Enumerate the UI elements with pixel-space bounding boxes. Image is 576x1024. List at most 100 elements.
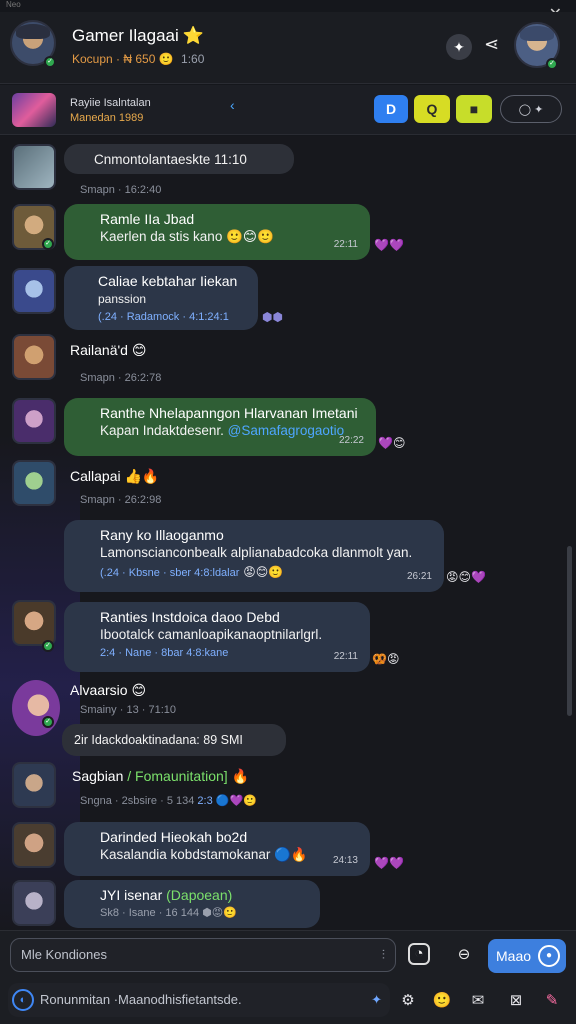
emoji-icon: 🔥 xyxy=(231,768,249,784)
online-status-icon: ✓ xyxy=(546,58,558,70)
avatar[interactable] xyxy=(12,822,56,868)
message-text: Kaerlen da stis kano xyxy=(100,229,223,244)
reactions[interactable]: 💜💜 xyxy=(374,856,404,870)
channel-bar: Rayiie Isalntalan Manedan 1989 ‹ D Q ■ ◯… xyxy=(0,85,576,135)
emoji-group: ⬢😡🙂 xyxy=(202,907,237,919)
sparkle-icon[interactable]: ✦ xyxy=(371,983,382,1017)
send-icon: ● xyxy=(538,945,560,967)
sender-tag: / Fomaunitation] xyxy=(127,768,228,784)
chat-title: Gamer Ilagaai xyxy=(72,26,179,45)
message-feed[interactable]: Cnmontolantaeskte 11:10 Smapn · 16:2:40 … xyxy=(0,136,576,930)
sender-name: Alvaarsio 😊 xyxy=(70,682,146,699)
gear-icon[interactable]: ⚙ xyxy=(396,989,420,1013)
sender-name-text: JYI isenar xyxy=(100,887,163,903)
chevron-left-icon[interactable]: ‹ xyxy=(230,97,235,113)
avatar[interactable] xyxy=(12,398,56,444)
avatar[interactable] xyxy=(12,144,56,190)
send-button[interactable]: Maao ● xyxy=(488,939,566,973)
emoji-icon: 👍🔥 xyxy=(124,468,160,484)
sender-tag: (Dapoean) xyxy=(166,887,233,903)
message-input-placeholder: Mle Kondiones xyxy=(21,947,107,962)
pin-button[interactable]: ✦ xyxy=(446,34,472,60)
secondary-input[interactable]: ◐ Ronunmitan ·Maanodhisfietantsde. ✦ xyxy=(8,983,390,1017)
emoji-icon: 😊 xyxy=(131,682,147,698)
avatar[interactable] xyxy=(12,600,56,646)
star-icon: ⭐ xyxy=(182,26,204,45)
message-time: 24:13 xyxy=(332,855,358,866)
search-icon[interactable]: ⊖ xyxy=(450,941,478,969)
mention-link[interactable]: @Samafagrogaotio xyxy=(228,423,345,438)
message-bubble[interactable]: Ramle IIa Jbad Kaerlen da stis kano 🙂😊🙂 … xyxy=(64,204,370,260)
sticker-icon[interactable]: ✉ xyxy=(466,989,490,1013)
subtitle-time: 1:60 xyxy=(181,52,205,66)
q-tool-button[interactable]: Q xyxy=(414,95,450,123)
d-tool-button[interactable]: D xyxy=(374,95,408,123)
message-time: 22:11 xyxy=(333,239,358,250)
avatar[interactable] xyxy=(12,268,56,314)
reactions[interactable]: 💜😊 xyxy=(378,436,405,450)
reactions[interactable]: 💜💜 xyxy=(374,238,404,252)
message-text: Kapan Indaktdesenr. xyxy=(100,423,224,438)
sender-name: Ramle IIa Jbad xyxy=(100,211,195,227)
message-meta: Smapn · 16:2:40 xyxy=(80,184,162,196)
reactions[interactable]: 😡😊💜 xyxy=(446,570,486,584)
channel-thumbnail[interactable] xyxy=(12,93,56,127)
sender-name: Rany ko Illaoganmo xyxy=(100,527,224,543)
sender-name: Ranthe Nhelapanngon Hlarvanan Imetani xyxy=(100,405,358,421)
sender-name: Ranties Instdoica daoo Debd xyxy=(100,608,358,626)
share-icon[interactable]: ⋖ xyxy=(484,34,499,55)
avatar[interactable] xyxy=(12,334,56,380)
reactions[interactable]: ⬢⬢ xyxy=(262,310,283,324)
avatar[interactable] xyxy=(12,880,56,926)
message-meta: (.24 · Kbsne · sber 4:8:ldalar xyxy=(100,567,240,579)
send-label: Maao xyxy=(496,948,532,964)
scrollbar[interactable] xyxy=(567,546,572,716)
message-input[interactable]: Mle Kondiones ⫶ xyxy=(10,938,396,972)
sender-name: Callapai 👍🔥 xyxy=(70,468,159,485)
message-bubble[interactable]: Ranties Instdoica daoo Debd Ibootalck ca… xyxy=(64,602,370,672)
avatar[interactable] xyxy=(12,460,56,506)
chat-subtitle: Kocupn · ₦ 650 🙂 1:60 xyxy=(72,52,204,66)
message-bubble[interactable]: Darinded Hieokah bo2d Kasalandia kobdsta… xyxy=(64,822,370,876)
message-text: panssion xyxy=(98,292,147,306)
sender-name-text: Railanä'd xyxy=(70,342,128,358)
attach-button[interactable]: ◔ xyxy=(408,943,430,965)
window-titlebar: Neo xyxy=(0,0,576,12)
options-toggle[interactable]: ◯ ✦ xyxy=(500,95,562,123)
sender-name: Sagbian / Fomaunitation] 🔥 xyxy=(72,768,249,785)
message-bubble[interactable]: Caliae kebtahar Iiekan panssion (.24 · R… xyxy=(64,266,258,330)
avatar-icon[interactable]: 🙂 xyxy=(430,989,454,1013)
message-meta: Sk8 · Isane · 16 144 xyxy=(100,907,200,919)
secondary-input-placeholder: Ronunmitan ·Maanodhisfietantsde. xyxy=(40,992,242,1007)
composer: Mle Kondiones ⫶ ◔ ⊖ Maao ● ◐ Ronunmitan … xyxy=(0,930,576,1024)
sender-name: Darinded Hieokah bo2d xyxy=(100,829,248,845)
reactions[interactable]: 🥨😡 xyxy=(372,652,399,666)
online-status-icon: ✓ xyxy=(42,238,54,250)
message-bubble[interactable]: Ranthe Nhelapanngon Hlarvanan Imetani Ka… xyxy=(64,398,376,456)
window-label: Neo xyxy=(6,0,21,9)
emoji-group: 😡😊🙂 xyxy=(243,565,284,579)
sender-name-text: Callapai xyxy=(70,468,121,484)
message-text: Cnmontolantaeskte 11:10 xyxy=(94,152,247,167)
avatar[interactable] xyxy=(12,680,60,736)
sender-name: Railanä'd 😊 xyxy=(70,342,146,359)
avatar[interactable] xyxy=(12,762,56,808)
message-text: Ibootalck camanloapikanaoptnilarlgrl. xyxy=(100,627,323,642)
sender-name: JYI isenar (Dapoean) xyxy=(100,886,308,904)
mic-icon[interactable]: ⫶ xyxy=(382,939,385,971)
message-meta: Sngna · 2sbsire · 5 134 2:3 🔵💜🙂 xyxy=(80,794,257,807)
message-meta: 2:4 · Nane · 8bar 4:8:kane xyxy=(100,647,229,659)
online-status-icon: ✓ xyxy=(42,640,54,652)
system-bubble: Cnmontolantaeskte 11:10 xyxy=(64,144,294,174)
message-meta: (.24 · Radamock · 4:1:24:1 xyxy=(98,311,229,323)
block-tool-button[interactable]: ■ xyxy=(456,95,492,123)
app-icon: ◐ xyxy=(12,989,34,1011)
emoji-group: 2:3 🔵💜🙂 xyxy=(197,795,257,807)
message-meta: Smapn · 26:2:78 xyxy=(80,372,162,384)
message-bubble[interactable]: Rany ko Illaoganmo Lamonscianconbealk al… xyxy=(64,520,444,592)
image-icon[interactable]: ⊠ xyxy=(504,989,528,1013)
message-text: Kasalandia kobdstamokanar xyxy=(100,847,271,862)
message-bubble[interactable]: JYI isenar (Dapoean) Sk8 · Isane · 16 14… xyxy=(64,880,320,928)
pen-icon[interactable]: ✎ xyxy=(540,989,564,1013)
channel-name: Rayiie Isalntalan xyxy=(70,97,151,109)
